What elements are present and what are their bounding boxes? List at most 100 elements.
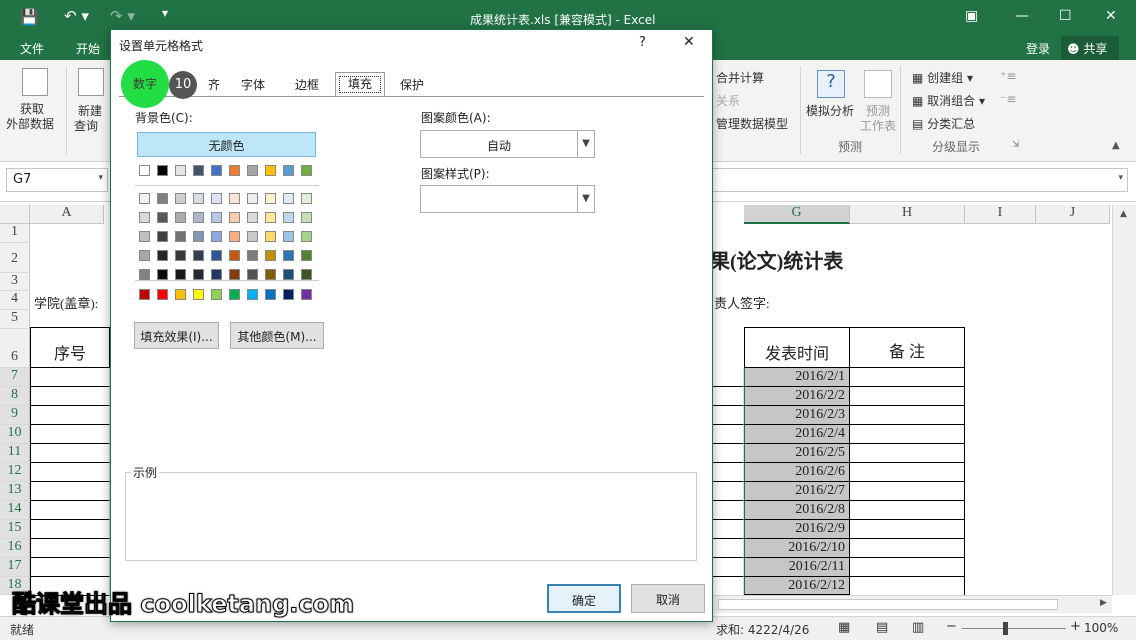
color-swatch[interactable] <box>247 269 258 280</box>
color-swatch[interactable] <box>283 269 294 280</box>
color-swatch[interactable] <box>211 212 222 223</box>
color-swatch[interactable] <box>265 193 276 204</box>
row4-college-label[interactable]: 学院(盖章): <box>34 293 98 312</box>
zoom-in-icon[interactable]: + <box>1070 619 1081 634</box>
share-button[interactable]: ☻ 共享 <box>1061 36 1119 60</box>
color-swatch[interactable] <box>175 250 186 261</box>
row-header[interactable]: 3 <box>0 273 30 291</box>
color-swatch[interactable] <box>265 289 276 300</box>
remarks-cell[interactable] <box>849 368 965 387</box>
color-swatch[interactable] <box>139 193 150 204</box>
remarks-cell[interactable] <box>849 501 965 520</box>
row-header[interactable]: 4 <box>0 291 30 310</box>
serial-cell[interactable] <box>30 520 110 539</box>
row-header[interactable]: 5 <box>0 310 30 329</box>
table-cell[interactable] <box>712 501 744 520</box>
color-swatch[interactable] <box>139 250 150 261</box>
date-cell[interactable]: 2016/2/11 <box>744 558 850 577</box>
color-swatch[interactable] <box>157 231 168 242</box>
zoom-slider[interactable] <box>962 628 1066 629</box>
show-detail-icon[interactable]: ⁺≡ <box>1000 69 1016 83</box>
row-header[interactable]: 15 <box>0 520 30 539</box>
normal-view-icon[interactable]: ▦ <box>838 620 850 635</box>
what-if-analysis-button[interactable]: 模拟分析 <box>806 102 854 119</box>
close-window-icon[interactable]: ✕ <box>1105 8 1117 24</box>
color-swatch[interactable] <box>283 193 294 204</box>
color-swatch[interactable] <box>247 289 258 300</box>
table-cell[interactable] <box>712 482 744 501</box>
date-cell[interactable]: 2016/2/5 <box>744 444 850 463</box>
color-swatch[interactable] <box>283 250 294 261</box>
column-header-h[interactable]: H <box>850 205 965 224</box>
remarks-cell[interactable] <box>849 558 965 577</box>
page-break-icon[interactable]: ▥ <box>912 620 924 635</box>
outline-launcher-icon[interactable]: ⇲ <box>1012 140 1020 150</box>
relations-button[interactable]: 关系 <box>716 92 740 109</box>
color-swatch[interactable] <box>265 212 276 223</box>
color-swatch[interactable] <box>139 165 150 176</box>
sheet-title-fragment[interactable]: 果(论文)统计表 <box>710 245 843 274</box>
color-swatch[interactable] <box>211 289 222 300</box>
color-swatch[interactable] <box>139 231 150 242</box>
row-header[interactable]: 14 <box>0 501 30 520</box>
minimize-icon[interactable]: — <box>1015 8 1029 24</box>
color-swatch[interactable] <box>193 269 204 280</box>
color-swatch[interactable] <box>247 193 258 204</box>
scroll-up-icon[interactable]: ▲ <box>1120 209 1127 219</box>
color-swatch[interactable] <box>157 289 168 300</box>
column-header-j[interactable]: J <box>1036 205 1110 224</box>
row-header[interactable]: 9 <box>0 406 30 425</box>
serial-cell[interactable] <box>30 482 110 501</box>
row-header[interactable]: 17 <box>0 558 30 577</box>
serial-cell[interactable] <box>30 558 110 577</box>
ok-button[interactable]: 确定 <box>547 584 621 613</box>
serial-cell[interactable] <box>30 539 110 558</box>
date-cell[interactable]: 2016/2/1 <box>744 368 850 387</box>
color-swatch[interactable] <box>193 231 204 242</box>
row-header[interactable]: 7 <box>0 368 30 387</box>
remarks-cell[interactable] <box>849 482 965 501</box>
row-header[interactable]: 6 <box>0 329 30 368</box>
column-header-g[interactable]: G <box>744 205 850 224</box>
color-swatch[interactable] <box>229 250 240 261</box>
color-swatch[interactable] <box>157 212 168 223</box>
column-header-a[interactable]: A <box>30 205 104 224</box>
horizontal-scrollbar[interactable]: ▶ <box>712 595 1112 613</box>
color-swatch[interactable] <box>229 289 240 300</box>
tab-border[interactable]: 边框 <box>281 74 333 97</box>
color-swatch[interactable] <box>211 165 222 176</box>
row-header[interactable]: 1 <box>0 224 30 243</box>
color-swatch[interactable] <box>229 165 240 176</box>
color-swatch[interactable] <box>175 212 186 223</box>
forecast-sheet-icon[interactable] <box>864 70 892 98</box>
remarks-cell[interactable] <box>849 463 965 482</box>
chevron-down-icon[interactable]: ▼ <box>577 186 594 212</box>
color-swatch[interactable] <box>193 165 204 176</box>
color-swatch[interactable] <box>157 269 168 280</box>
tab-font[interactable]: 字体 <box>225 74 281 97</box>
color-swatch[interactable] <box>139 269 150 280</box>
row-header[interactable]: 10 <box>0 425 30 444</box>
tab-fill[interactable]: 填充 <box>335 72 385 97</box>
remarks-cell[interactable] <box>849 577 965 596</box>
color-swatch[interactable] <box>301 269 312 280</box>
new-query-icon[interactable] <box>78 68 104 96</box>
table-cell[interactable] <box>712 444 744 463</box>
date-cell[interactable]: 2016/2/12 <box>744 577 850 595</box>
what-if-icon[interactable]: ? <box>817 70 845 98</box>
date-cell[interactable]: 2016/2/7 <box>744 482 850 501</box>
more-colors-button[interactable]: 其他颜色(M)... <box>230 322 324 349</box>
color-swatch[interactable] <box>301 165 312 176</box>
date-cell[interactable]: 2016/2/2 <box>744 387 850 406</box>
row4-signature-label[interactable]: 责人签字: <box>714 293 770 312</box>
color-swatch[interactable] <box>175 193 186 204</box>
ungroup-button[interactable]: ▦ 取消组合 ▾ <box>912 92 985 109</box>
dialog-help-button[interactable]: ? <box>639 35 646 50</box>
color-swatch[interactable] <box>283 231 294 242</box>
color-swatch[interactable] <box>229 231 240 242</box>
color-swatch[interactable] <box>175 165 186 176</box>
row-header[interactable]: 12 <box>0 463 30 482</box>
color-swatch[interactable] <box>211 269 222 280</box>
color-swatch[interactable] <box>247 212 258 223</box>
color-swatch[interactable] <box>247 231 258 242</box>
